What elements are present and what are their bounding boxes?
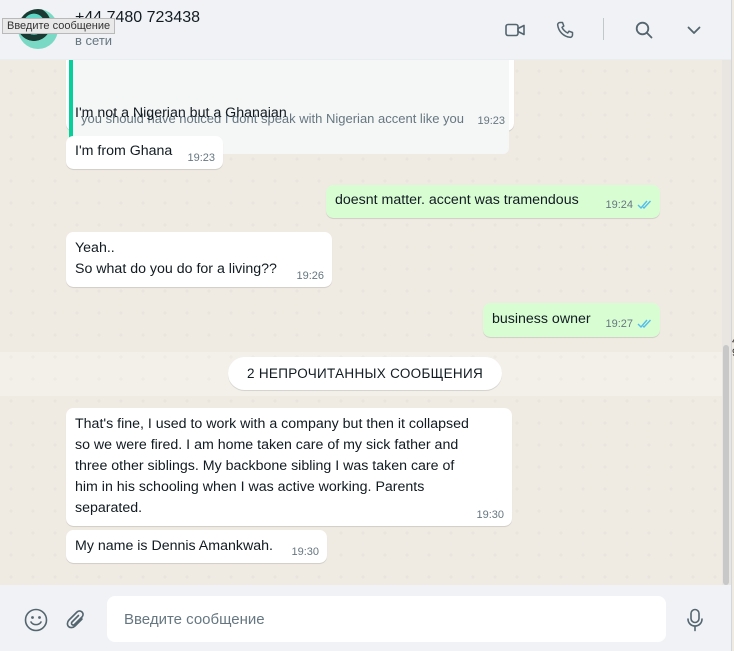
message-time: 19:26 (296, 270, 324, 282)
whatsapp-window: +44 7480 723438 в сети Введите сообщение… (0, 0, 732, 651)
message-input[interactable] (107, 596, 666, 642)
message-time: 19:30 (476, 509, 504, 521)
header-separator (603, 18, 604, 40)
contact-status: в сети (75, 33, 113, 48)
menu-chevron-icon[interactable] (683, 19, 705, 41)
message-text-line: him in his schooling when I was active w… (75, 479, 425, 495)
microphone-icon[interactable] (682, 607, 708, 633)
emoji-icon[interactable] (23, 607, 49, 633)
message-incoming[interactable]: Yeah.. So what do you do for a living?? … (66, 232, 332, 287)
message-text-line: so we were fired. I am home taken care o… (75, 437, 459, 453)
message-time: 19:27 (605, 318, 633, 330)
message-time: 19:24 (605, 199, 633, 211)
voice-call-icon[interactable] (554, 19, 576, 41)
tooltip: Введите сообщение (2, 18, 116, 34)
message-time: 19:30 (291, 546, 319, 558)
message-text: I'm from Ghana (75, 143, 173, 159)
message-text: doesnt matter. accent was tramendous (335, 192, 579, 208)
message-list[interactable]: you should have noticed I dont speak wit… (0, 60, 722, 585)
scrollbar-thumb[interactable] (723, 345, 729, 585)
message-text-line: That's fine, I used to work with a compa… (75, 416, 469, 432)
message-time: 19:23 (477, 115, 505, 127)
message-text-line: So what do you do for a living?? (75, 261, 277, 277)
message-outgoing[interactable]: doesnt matter. accent was tramendous 19:… (326, 185, 660, 218)
message-incoming[interactable]: That's fine, I used to work with a compa… (66, 408, 512, 526)
message-text: I'm not a Nigerian but a Ghanaian (75, 105, 287, 121)
message-time: 19:23 (187, 152, 215, 164)
read-ticks-icon (637, 318, 653, 333)
attach-icon[interactable] (63, 607, 89, 633)
message-outgoing[interactable]: business owner 19:27 (483, 303, 660, 337)
video-call-icon[interactable] (504, 19, 526, 41)
chat-scrollbar[interactable] (722, 60, 731, 585)
message-text: business owner (492, 311, 591, 327)
unread-divider: 2 НЕПРОЧИТАННЫХ СООБЩЕНИЯ (228, 357, 502, 390)
message-incoming[interactable]: I'm from Ghana 19:23 (66, 136, 223, 169)
message-text: My name is Dennis Amankwah. (75, 538, 273, 554)
message-text-line: three other siblings. My backbone siblin… (75, 458, 455, 474)
message-text-line: Yeah.. (75, 240, 115, 256)
read-ticks-icon (637, 199, 653, 214)
composer (0, 585, 731, 651)
message-incoming[interactable]: My name is Dennis Amankwah. 19:30 (66, 530, 327, 563)
search-icon[interactable] (633, 19, 655, 41)
message-text-line: separated. (75, 500, 143, 516)
